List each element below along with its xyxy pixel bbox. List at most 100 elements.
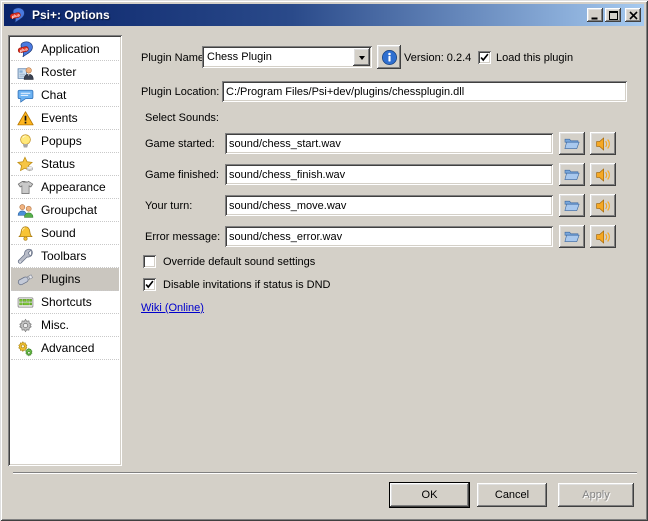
game-started-input[interactable] xyxy=(225,133,553,154)
titlebar[interactable]: plus Psi+: Options xyxy=(4,4,644,26)
options-category-list: plus Application Roster Chat xyxy=(8,35,122,466)
plugin-info-button[interactable] xyxy=(377,45,401,69)
browse-error-message-button[interactable] xyxy=(559,225,585,248)
close-icon xyxy=(629,11,638,20)
sidebar-item-popups[interactable]: Popups xyxy=(11,130,119,153)
game-finished-input[interactable] xyxy=(225,164,553,185)
gear-icon xyxy=(17,317,34,334)
sidebar-item-toolbars[interactable]: Toolbars xyxy=(11,245,119,268)
chat-icon xyxy=(17,87,34,104)
plug-icon xyxy=(17,271,34,288)
sidebar-item-appearance[interactable]: Appearance xyxy=(11,176,119,199)
play-game-finished-button[interactable] xyxy=(590,163,616,186)
plugin-version-text: Version: 0.2.4 xyxy=(404,52,471,64)
footer-divider xyxy=(13,472,637,474)
sidebar-item-label: Shortcuts xyxy=(41,295,92,309)
sidebar-item-chat[interactable]: Chat xyxy=(11,84,119,107)
sidebar-item-roster[interactable]: Roster xyxy=(11,61,119,84)
chevron-down-icon xyxy=(359,56,365,63)
sidebar-item-label: Plugins xyxy=(41,272,80,286)
options-dialog: plus Psi+: Options plus Application xyxy=(0,0,648,521)
select-sounds-label: Select Sounds: xyxy=(145,112,219,124)
plugin-location-input[interactable] xyxy=(222,81,627,102)
game-started-label: Game started: xyxy=(145,138,215,150)
wrench-icon xyxy=(17,248,34,265)
minimize-icon xyxy=(591,11,600,20)
sidebar-item-shortcuts[interactable]: Shortcuts xyxy=(11,291,119,314)
lightbulb-icon xyxy=(17,133,34,150)
override-sound-label: Override default sound settings xyxy=(163,256,315,268)
sidebar-item-label: Events xyxy=(41,111,78,125)
tshirt-icon xyxy=(17,179,34,196)
dnd-invitations-label: Disable invitations if status is DND xyxy=(163,279,331,291)
minimize-button[interactable] xyxy=(587,8,603,22)
play-error-message-button[interactable] xyxy=(590,225,616,248)
sidebar-item-label: Popups xyxy=(41,134,82,148)
sidebar-item-label: Groupchat xyxy=(41,203,97,217)
sidebar-item-events[interactable]: Events xyxy=(11,107,119,130)
maximize-icon xyxy=(609,11,618,20)
speaker-icon xyxy=(594,136,612,152)
sidebar-item-advanced[interactable]: Advanced xyxy=(11,337,119,360)
info-icon xyxy=(381,49,398,66)
load-plugin-label: Load this plugin xyxy=(496,52,573,64)
speaker-icon xyxy=(594,167,612,183)
sidebar-item-misc[interactable]: Misc. xyxy=(11,314,119,337)
sidebar-item-application[interactable]: plus Application xyxy=(11,38,119,61)
open-folder-icon xyxy=(563,198,581,214)
star-icon xyxy=(17,156,34,173)
open-folder-icon xyxy=(563,229,581,245)
load-plugin-checkbox[interactable] xyxy=(478,51,491,64)
sidebar-item-sound[interactable]: Sound xyxy=(11,222,119,245)
dnd-invitations-checkbox[interactable] xyxy=(143,278,156,291)
speaker-icon xyxy=(594,229,612,245)
override-sound-checkbox[interactable] xyxy=(143,255,156,268)
ok-button[interactable]: OK xyxy=(390,483,469,507)
window-title: Psi+: Options xyxy=(32,8,585,22)
check-icon xyxy=(479,52,490,63)
sidebar-item-label: Sound xyxy=(41,226,76,240)
your-turn-input[interactable] xyxy=(225,195,553,216)
play-game-started-button[interactable] xyxy=(590,132,616,155)
dropdown-button[interactable] xyxy=(353,48,370,66)
browse-game-finished-button[interactable] xyxy=(559,163,585,186)
group-icon xyxy=(17,202,34,219)
sidebar-item-label: Toolbars xyxy=(41,249,86,263)
close-button[interactable] xyxy=(625,8,641,22)
sidebar-item-label: Roster xyxy=(41,65,76,79)
sidebar-item-status[interactable]: Status xyxy=(11,153,119,176)
bell-icon xyxy=(17,225,34,242)
speaker-icon xyxy=(594,198,612,214)
play-your-turn-button[interactable] xyxy=(590,194,616,217)
apply-button[interactable]: Apply xyxy=(558,483,634,507)
check-icon xyxy=(144,279,155,290)
your-turn-label: Your turn: xyxy=(145,200,192,212)
wiki-online-link[interactable]: Wiki (Online) xyxy=(141,302,204,314)
error-message-label: Error message: xyxy=(145,231,220,243)
sidebar-item-label: Status xyxy=(41,157,75,171)
sidebar-item-groupchat[interactable]: Groupchat xyxy=(11,199,119,222)
game-finished-label: Game finished: xyxy=(145,169,219,181)
open-folder-icon xyxy=(563,167,581,183)
warning-icon xyxy=(17,110,34,127)
psi-plus-icon: plus xyxy=(17,41,34,58)
sidebar-item-label: Application xyxy=(41,42,100,56)
sidebar-item-label: Appearance xyxy=(41,180,106,194)
roster-icon xyxy=(17,64,34,81)
psi-plus-icon: plus xyxy=(9,7,26,24)
plugin-name-select[interactable]: Chess Plugin xyxy=(202,46,372,68)
cancel-button[interactable]: Cancel xyxy=(477,483,547,507)
error-message-input[interactable] xyxy=(225,226,553,247)
plugin-name-label: Plugin Name: xyxy=(141,52,207,64)
plugin-location-label: Plugin Location: xyxy=(141,86,219,98)
sidebar-item-label: Advanced xyxy=(41,341,94,355)
sidebar-item-plugins[interactable]: Plugins xyxy=(11,268,119,291)
browse-game-started-button[interactable] xyxy=(559,132,585,155)
sidebar-item-label: Chat xyxy=(41,88,66,102)
keyboard-icon xyxy=(17,294,34,311)
gears-icon xyxy=(17,340,34,357)
sidebar-item-label: Misc. xyxy=(41,318,69,332)
browse-your-turn-button[interactable] xyxy=(559,194,585,217)
maximize-button[interactable] xyxy=(605,8,621,22)
open-folder-icon xyxy=(563,136,581,152)
